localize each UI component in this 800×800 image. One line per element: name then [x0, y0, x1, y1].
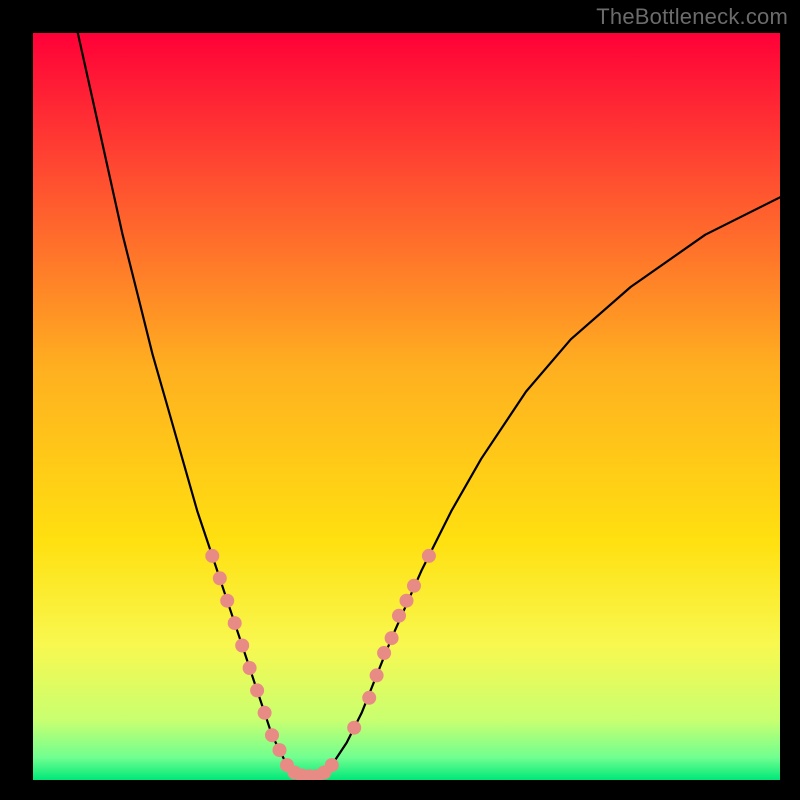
curve-marker	[422, 549, 436, 563]
curve-marker	[377, 646, 391, 660]
curve-marker	[392, 609, 406, 623]
curve-marker	[250, 683, 264, 697]
curve-marker	[325, 758, 339, 772]
curve-marker	[265, 728, 279, 742]
curve-marker	[243, 661, 257, 675]
curve-marker	[407, 579, 421, 593]
chart-container: TheBottleneck.com	[0, 0, 800, 800]
watermark-text: TheBottleneck.com	[596, 4, 788, 30]
curve-marker	[400, 594, 414, 608]
curve-marker	[213, 571, 227, 585]
bottleneck-curve-plot	[33, 33, 780, 780]
curve-marker	[235, 639, 249, 653]
curve-marker	[220, 594, 234, 608]
curve-marker	[205, 549, 219, 563]
curve-marker	[370, 668, 384, 682]
gradient-background	[33, 33, 780, 780]
curve-marker	[273, 743, 287, 757]
curve-marker	[258, 706, 272, 720]
curve-marker	[347, 721, 361, 735]
curve-marker	[228, 616, 242, 630]
curve-marker	[362, 691, 376, 705]
curve-marker	[385, 631, 399, 645]
